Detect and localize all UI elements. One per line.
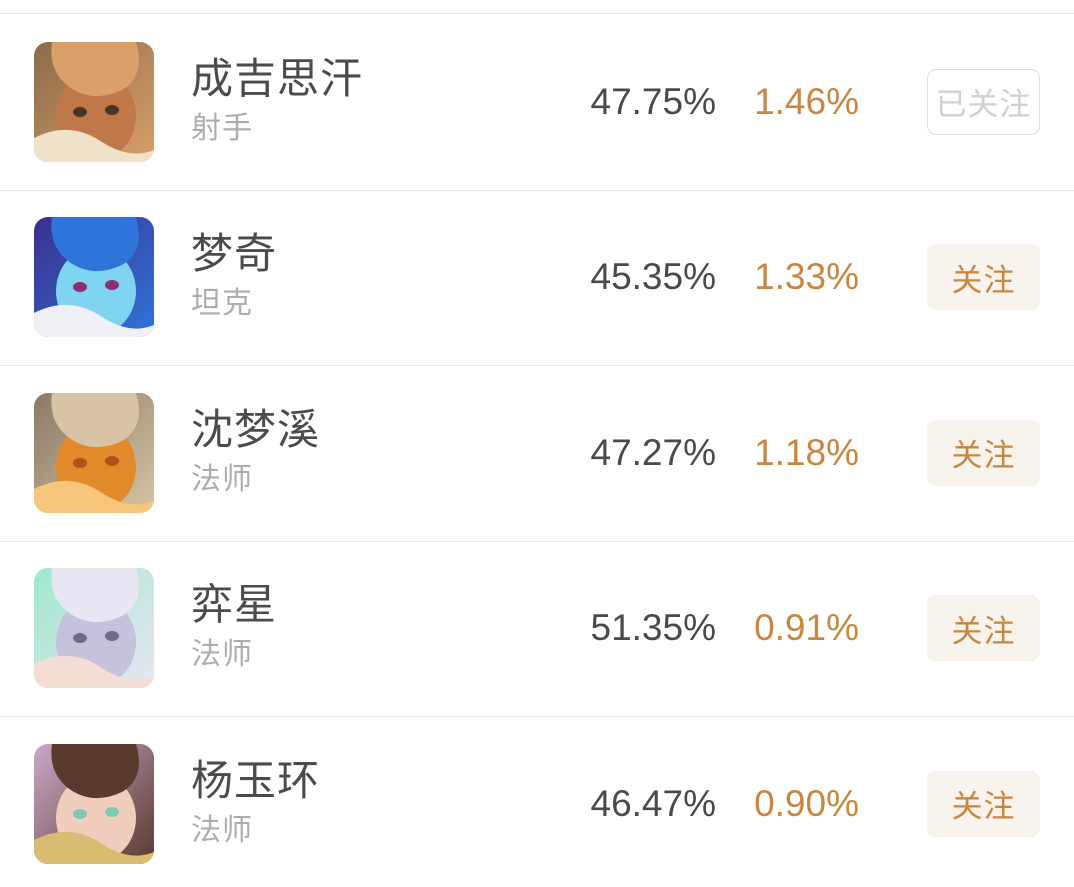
hero-row-1[interactable]: 成吉思汗 射手 47.75% 1.46% 已关注 <box>0 14 1074 190</box>
follow-button[interactable]: 关注 <box>927 419 1040 486</box>
hero-win-rate-delta: 1.46% <box>754 80 859 122</box>
follow-button-cell: 已关注 <box>859 68 1040 135</box>
hero-name-block: 杨玉环 法师 <box>191 756 571 852</box>
hero-name-block: 弈星 法师 <box>191 580 571 676</box>
hero-avatar-image <box>34 743 154 864</box>
hero-win-rate: 47.75% <box>590 80 717 122</box>
hero-name: 弈星 <box>191 581 278 629</box>
hero-name: 杨玉环 <box>191 756 321 804</box>
hero-role: 坦克 <box>191 287 253 321</box>
follow-button[interactable]: 关注 <box>927 595 1040 662</box>
hero-win-rate-delta: 1.33% <box>754 256 859 298</box>
hero-row-2[interactable]: 梦奇 坦克 45.35% 1.33% 关注 <box>0 189 1074 365</box>
avatar-mengqi[interactable] <box>34 217 154 338</box>
follow-button[interactable]: 关注 <box>927 244 1040 311</box>
hero-name: 成吉思汗 <box>191 54 364 102</box>
hero-row-5[interactable]: 杨玉环 法师 46.47% 0.90% 关注 <box>0 716 1074 887</box>
avatar-yixing[interactable] <box>34 568 154 689</box>
hero-role: 射手 <box>191 111 253 145</box>
hero-winrate-ranking-screen: 成吉思汗 射手 47.75% 1.46% 已关注 梦奇 坦克 45.35% 1.… <box>0 0 1074 887</box>
hero-name-block: 成吉思汗 射手 <box>191 54 571 150</box>
follow-button-cell: 关注 <box>859 244 1040 311</box>
avatar-chengjisihan[interactable] <box>34 41 154 162</box>
hero-role: 法师 <box>191 813 253 847</box>
hero-avatar-image <box>34 217 154 338</box>
hero-win-rate: 45.35% <box>590 256 717 298</box>
hero-win-rate: 46.47% <box>590 782 717 824</box>
hero-win-rate-delta: 1.18% <box>754 431 859 473</box>
avatar-yangyuhuan[interactable] <box>34 743 154 864</box>
hero-win-rate-delta: 0.90% <box>754 782 859 824</box>
hero-win-rate-delta: 0.91% <box>754 607 859 649</box>
follow-button[interactable]: 已关注 <box>927 68 1040 135</box>
hero-role: 法师 <box>191 462 253 496</box>
hero-list: 成吉思汗 射手 47.75% 1.46% 已关注 梦奇 坦克 45.35% 1.… <box>0 14 1074 887</box>
hero-role: 法师 <box>191 638 253 672</box>
hero-name: 梦奇 <box>191 230 278 278</box>
hero-name: 沈梦溪 <box>191 405 321 453</box>
follow-button-cell: 关注 <box>859 419 1040 486</box>
hero-win-rate: 47.27% <box>590 431 717 473</box>
hero-avatar-image <box>34 41 154 162</box>
follow-button[interactable]: 关注 <box>927 770 1040 837</box>
hero-name-block: 梦奇 坦克 <box>191 229 571 325</box>
hero-avatar-image <box>34 392 154 513</box>
hero-name-block: 沈梦溪 法师 <box>191 405 571 501</box>
hero-row-3[interactable]: 沈梦溪 法师 47.27% 1.18% 关注 <box>0 365 1074 541</box>
follow-button-cell: 关注 <box>859 770 1040 837</box>
follow-button-cell: 关注 <box>859 595 1040 662</box>
hero-avatar-image <box>34 568 154 689</box>
hero-row-4[interactable]: 弈星 法师 51.35% 0.91% 关注 <box>0 540 1074 716</box>
avatar-shenmengxi[interactable] <box>34 392 154 513</box>
hero-win-rate: 51.35% <box>590 607 717 649</box>
